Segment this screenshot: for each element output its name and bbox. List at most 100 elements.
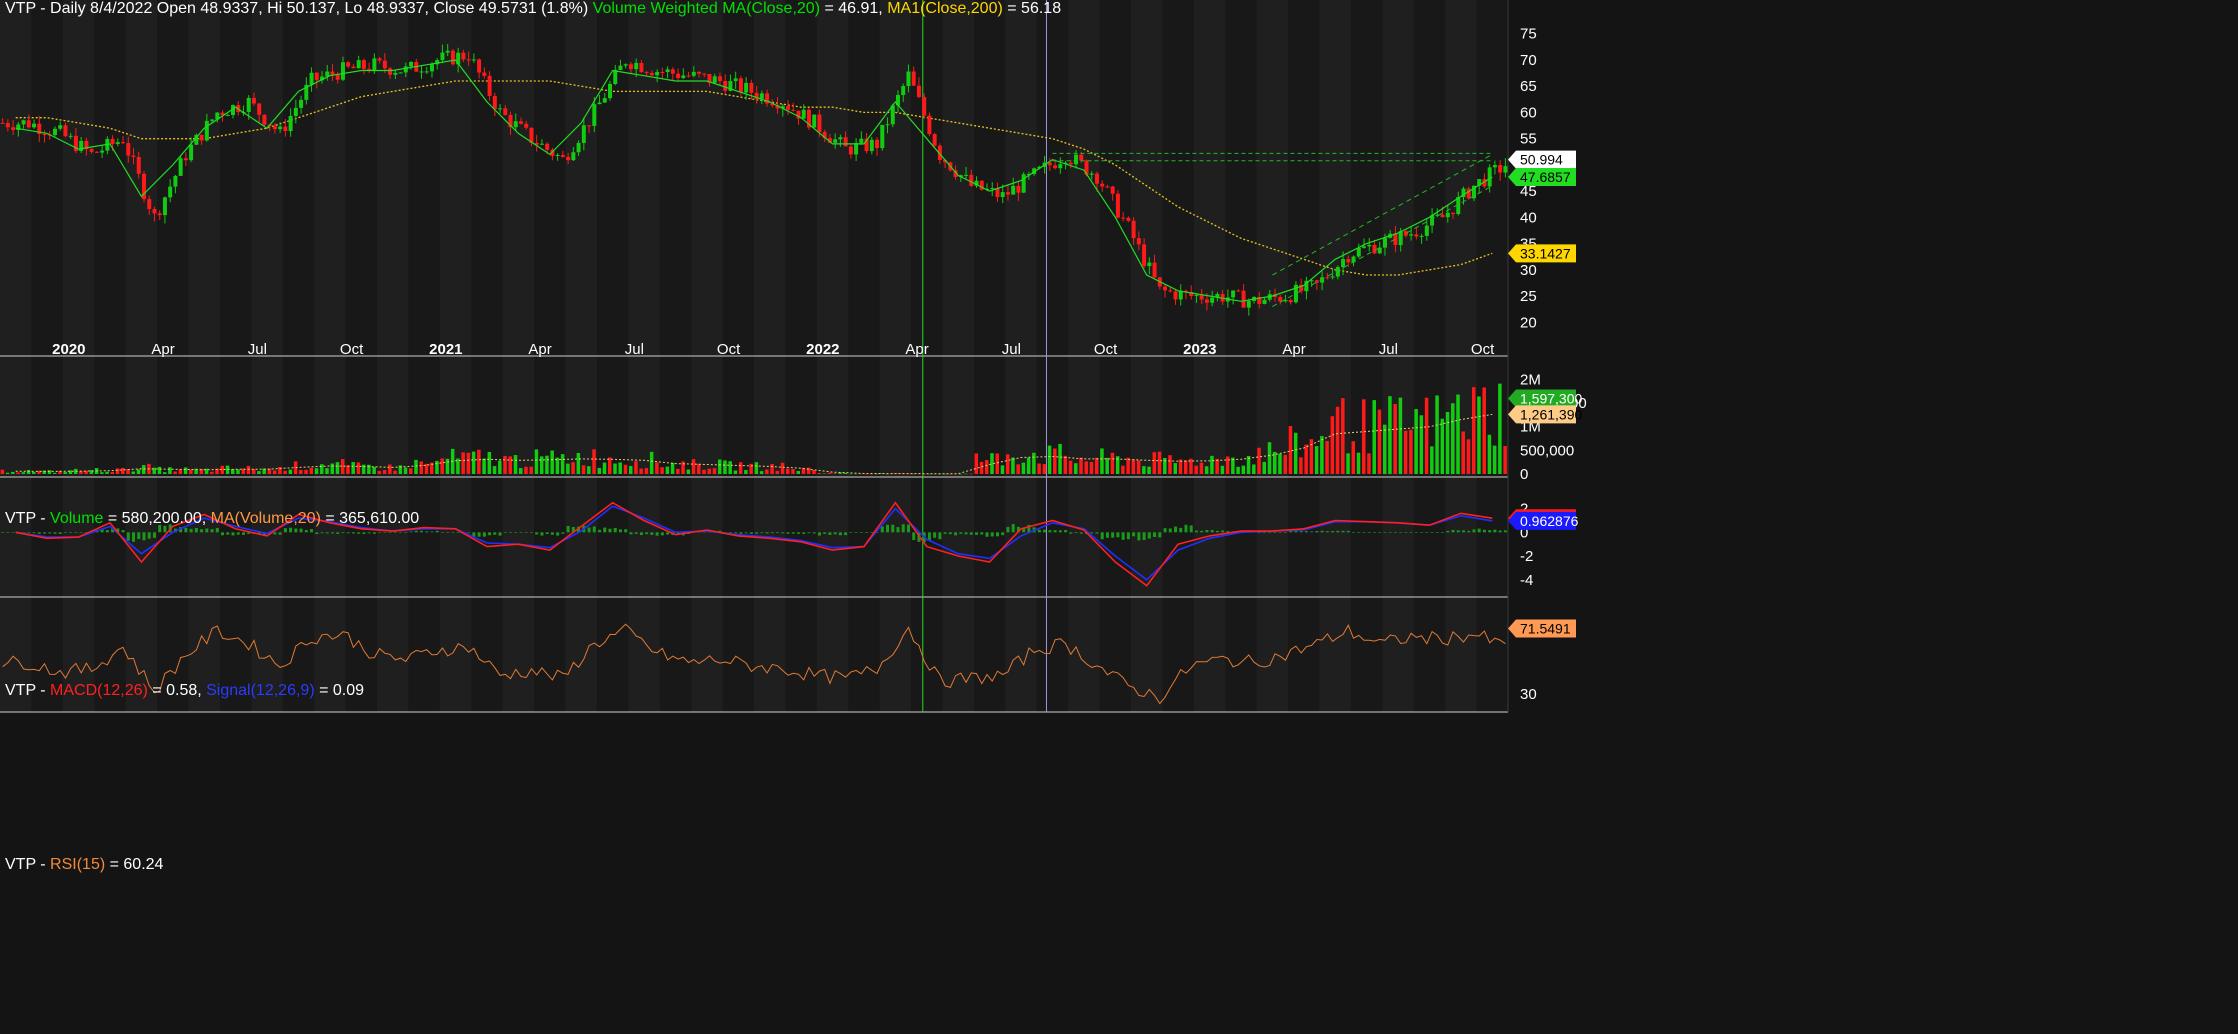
volume-bar bbox=[518, 468, 523, 474]
volume-bar bbox=[985, 460, 989, 474]
volume-ma-legend[interactable]: MA(Volume,20) bbox=[211, 510, 321, 527]
candle-up bbox=[655, 71, 660, 76]
volume-bar bbox=[440, 458, 444, 474]
macd-histogram-bar bbox=[529, 532, 533, 533]
rsi-legend[interactable]: RSI(15) bbox=[50, 856, 105, 873]
macd-histogram-bar bbox=[1142, 532, 1146, 541]
volume-bar bbox=[1215, 458, 1219, 474]
candle-down bbox=[524, 123, 529, 128]
candle-down bbox=[628, 64, 633, 70]
volume-bar bbox=[655, 462, 659, 474]
macd-histogram-bar bbox=[1278, 532, 1282, 533]
candle-down bbox=[1136, 238, 1141, 245]
volume-bar bbox=[744, 470, 748, 474]
volume-bar bbox=[1032, 452, 1036, 474]
rsi-value: = 60.24 bbox=[105, 856, 164, 873]
volume-bar bbox=[608, 457, 612, 474]
candle-down bbox=[351, 66, 356, 69]
volume-legend[interactable]: Volume bbox=[50, 510, 103, 527]
candle-down bbox=[314, 72, 319, 81]
x-axis-label: Jul bbox=[1002, 341, 1021, 358]
volume-bar bbox=[1498, 383, 1502, 474]
candle-up bbox=[32, 123, 37, 128]
volume-bar bbox=[1445, 412, 1450, 474]
candle-down bbox=[157, 213, 162, 216]
volume-bar bbox=[1173, 463, 1178, 474]
candle-down bbox=[545, 143, 550, 150]
volume-bar bbox=[1121, 465, 1125, 474]
macd-histogram-bar bbox=[1456, 530, 1460, 533]
volume-ma-value: = 365,610.00 bbox=[320, 510, 420, 527]
volume-bar bbox=[492, 466, 497, 474]
macd-histogram-bar bbox=[880, 526, 884, 533]
volume-bar bbox=[1000, 465, 1005, 474]
volume-bar bbox=[1314, 446, 1319, 474]
candle-up bbox=[309, 72, 314, 85]
macd-histogram-bar bbox=[786, 532, 790, 534]
candle-up bbox=[1246, 300, 1251, 308]
volume-bar bbox=[351, 462, 355, 474]
candle-up bbox=[990, 188, 995, 190]
volume-bar bbox=[246, 465, 251, 474]
volume-bar bbox=[1053, 448, 1057, 474]
ma200-tag: 33.1427 bbox=[1520, 245, 1571, 261]
signal-legend[interactable]: Signal(12,26,9) bbox=[206, 682, 315, 699]
candle-up bbox=[1089, 173, 1094, 175]
candle-down bbox=[126, 143, 131, 156]
volume-bar bbox=[545, 455, 549, 474]
volume-bar bbox=[52, 472, 57, 474]
candle-up bbox=[1398, 231, 1403, 246]
candle-down bbox=[639, 62, 644, 73]
volume-bar bbox=[597, 467, 602, 474]
macd-histogram-bar bbox=[540, 532, 544, 536]
candle-down bbox=[911, 71, 916, 86]
x-axis-label: Jul bbox=[248, 341, 267, 358]
macd-histogram-bar bbox=[833, 532, 837, 535]
last-price-tag: 50.994 bbox=[1520, 152, 1563, 168]
candle-down bbox=[786, 106, 791, 110]
volume-bar bbox=[1225, 456, 1230, 474]
volume-bar bbox=[513, 455, 518, 474]
candle-up bbox=[906, 71, 911, 87]
volume-bar bbox=[503, 455, 507, 474]
macd-histogram-bar bbox=[43, 532, 47, 534]
macd-histogram-bar bbox=[1503, 530, 1507, 533]
volume-bar bbox=[1058, 443, 1062, 474]
chart-workspace[interactable]: 2020 Apr Jul Oct 2021 Apr Jul Oct 2022 Apr Jul Oct 2… bbox=[0, 0, 2238, 1034]
volume-bar bbox=[1278, 453, 1282, 474]
volume-bar bbox=[717, 459, 722, 474]
macd-histogram-bar bbox=[404, 532, 408, 533]
candle-up bbox=[189, 144, 194, 161]
candle-down bbox=[817, 114, 822, 132]
candle-down bbox=[1110, 186, 1115, 194]
macd-legend[interactable]: MACD(12,26) bbox=[50, 682, 148, 699]
macd-histogram-bar bbox=[1263, 532, 1267, 533]
candle-up bbox=[1231, 290, 1236, 298]
candle-up bbox=[1445, 212, 1450, 218]
macd-histogram-bar bbox=[1168, 528, 1172, 533]
volume-bar bbox=[649, 451, 654, 474]
macd-histogram-bar bbox=[781, 532, 785, 534]
volume-bar bbox=[581, 465, 586, 474]
vwma-legend[interactable]: Volume Weighted MA(Close,20) bbox=[593, 0, 820, 17]
macd-histogram-bar bbox=[865, 532, 869, 533]
candle-down bbox=[388, 68, 393, 75]
candle-down bbox=[916, 85, 921, 98]
candle-down bbox=[152, 209, 157, 214]
macd-histogram-bar bbox=[943, 532, 947, 534]
candle-down bbox=[686, 75, 691, 77]
macd-histogram-bar bbox=[1383, 532, 1387, 533]
volume-bar bbox=[309, 467, 314, 474]
candle-down bbox=[42, 133, 47, 135]
volume-bar bbox=[466, 452, 471, 474]
candle-down bbox=[487, 75, 492, 96]
macd-histogram-bar bbox=[1498, 530, 1502, 533]
volume-bar bbox=[780, 462, 785, 474]
volume-bar bbox=[702, 469, 706, 474]
volume-bar bbox=[325, 468, 329, 474]
macd-histogram-bar bbox=[556, 532, 560, 536]
candle-up bbox=[1058, 164, 1063, 169]
ma200-value: = 56.18 bbox=[1002, 0, 1062, 17]
ma200-legend[interactable]: MA1(Close,200) bbox=[887, 0, 1003, 17]
volume-bar bbox=[131, 471, 136, 474]
